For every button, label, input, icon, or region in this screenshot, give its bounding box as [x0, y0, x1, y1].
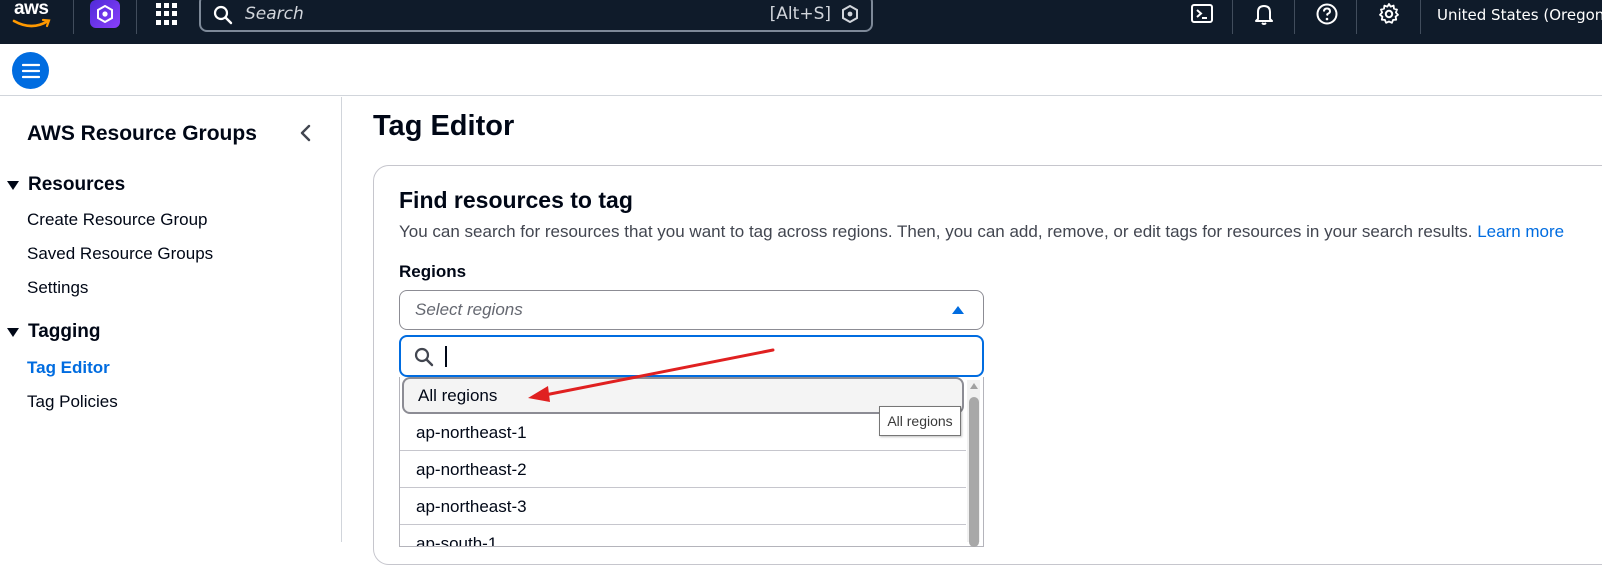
nav-divider: [1420, 0, 1421, 34]
option-ap-northeast-3[interactable]: ap-northeast-3: [400, 488, 966, 525]
regions-select[interactable]: Select regions: [399, 290, 984, 330]
regions-dropdown-list: All regions ap-northeast-1 ap-northeast-…: [399, 377, 984, 547]
learn-more-link[interactable]: Learn more: [1477, 222, 1564, 241]
top-navigation-bar: aws Search [Alt+S] United States (Oregon…: [0, 0, 1602, 44]
nav-divider: [1232, 0, 1233, 34]
caret-down-icon: [7, 328, 19, 337]
aws-logo[interactable]: aws: [12, 0, 58, 36]
side-nav-toggle-button[interactable]: [12, 52, 49, 89]
nav-divider: [1294, 0, 1295, 34]
option-ap-south-1[interactable]: ap-south-1: [400, 525, 966, 546]
nav-link-saved-resource-groups[interactable]: Saved Resource Groups: [27, 244, 213, 264]
nav-divider: [1356, 0, 1357, 34]
section-label: Tagging: [28, 321, 101, 342]
panel-description-text: You can search for resources that you wa…: [399, 222, 1473, 241]
search-icon: [414, 347, 434, 367]
gear-icon[interactable]: [1377, 2, 1401, 26]
section-tagging[interactable]: Tagging: [6, 321, 100, 343]
sidenav-title[interactable]: AWS Resource Groups: [27, 122, 257, 146]
nav-divider: [136, 0, 137, 34]
nav-link-tag-policies[interactable]: Tag Policies: [27, 392, 118, 412]
app-badge-icon[interactable]: [90, 0, 120, 28]
panel-description: You can search for resources that you wa…: [399, 222, 1602, 242]
section-resources[interactable]: Resources: [6, 174, 125, 196]
regions-placeholder: Select regions: [415, 300, 523, 319]
search-placeholder: Search: [245, 4, 304, 24]
region-selector[interactable]: United States (Oregon): [1437, 6, 1602, 24]
option-tooltip: All regions: [879, 406, 961, 436]
secondary-toolbar: [0, 44, 1602, 96]
nav-link-settings[interactable]: Settings: [27, 278, 88, 298]
option-ap-northeast-2[interactable]: ap-northeast-2: [400, 451, 966, 488]
search-shortcut-hint: [Alt+S]: [769, 4, 831, 24]
services-grid-icon[interactable]: [156, 3, 178, 25]
chevron-left-icon[interactable]: [296, 123, 316, 143]
search-icon: [213, 5, 233, 25]
nav-divider: [73, 0, 74, 34]
aws-smile-icon: [12, 18, 51, 28]
shortcut-hex-icon: [842, 5, 858, 23]
caret-up-icon: [952, 306, 964, 314]
nav-link-tag-editor[interactable]: Tag Editor: [27, 358, 110, 378]
nav-link-create-resource-group[interactable]: Create Resource Group: [27, 210, 207, 230]
page-title: Tag Editor: [373, 110, 515, 142]
hamburger-icon: [21, 63, 40, 78]
caret-down-icon: [7, 181, 19, 190]
global-search-box[interactable]: Search [Alt+S]: [199, 0, 873, 32]
section-label: Resources: [28, 174, 126, 195]
cloudshell-icon[interactable]: [1190, 2, 1214, 26]
bell-icon[interactable]: [1252, 2, 1276, 26]
side-navigation: AWS Resource Groups Resources Create Res…: [0, 97, 342, 542]
text-cursor: [445, 346, 447, 367]
regions-label: Regions: [399, 262, 467, 281]
scroll-up-icon[interactable]: [969, 381, 979, 391]
help-icon[interactable]: [1315, 2, 1339, 26]
regions-filter-input[interactable]: [399, 335, 984, 377]
aws-logo-text: aws: [14, 0, 49, 19]
scrollbar-thumb[interactable]: [969, 397, 979, 547]
panel-title: Find resources to tag: [399, 187, 633, 213]
